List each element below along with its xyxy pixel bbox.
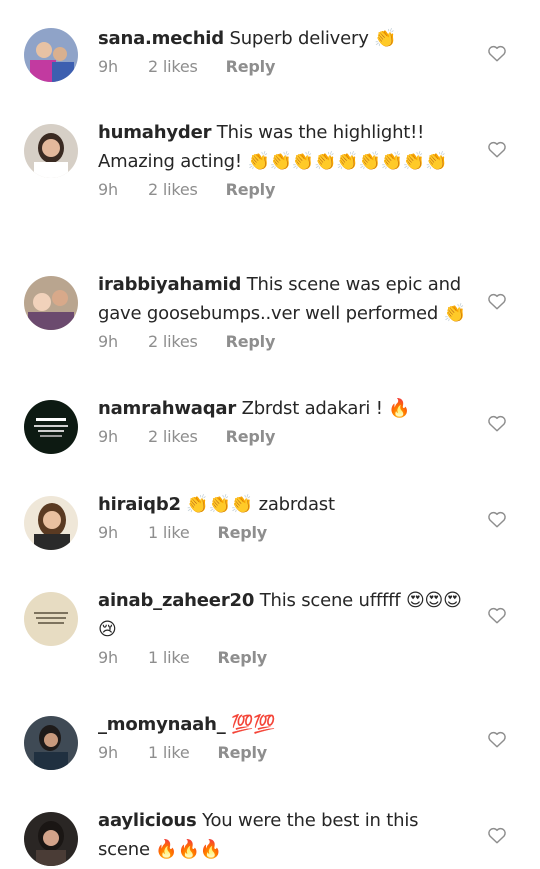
comment-meta: 9h 1 like Reply <box>98 648 468 668</box>
heart-outline-icon[interactable] <box>487 292 509 312</box>
comment-meta: 9h 1 like Reply <box>98 743 468 763</box>
reply-button[interactable]: Reply <box>218 743 268 763</box>
comment-body: sana.mechid Superb delivery 👏 9h 2 likes… <box>98 24 468 77</box>
comment-time: 9h <box>98 180 118 199</box>
comment-time: 9h <box>98 332 118 351</box>
comment-time: 9h <box>98 523 118 542</box>
comment-meta: 9h 2 likes Reply <box>98 57 468 77</box>
heart-outline-icon[interactable] <box>487 44 509 64</box>
heart-outline-icon[interactable] <box>487 730 509 750</box>
comment-meta: 9h 2 likes Reply <box>98 332 468 352</box>
comment-likes[interactable]: 1 like <box>148 743 190 763</box>
avatar[interactable] <box>24 276 78 330</box>
avatar[interactable] <box>24 28 78 82</box>
comment-meta: 9h 1 like Reply <box>98 523 468 543</box>
avatar[interactable] <box>24 812 78 866</box>
comment-likes[interactable]: 2 likes <box>148 427 198 447</box>
comment-text: 💯💯 <box>231 714 276 735</box>
avatar[interactable] <box>24 716 78 770</box>
reply-button[interactable]: Reply <box>218 648 268 668</box>
comment-body: irabbiyahamid This scene was epic and ga… <box>98 270 468 352</box>
comment-username[interactable]: hiraiqb2 <box>98 494 181 515</box>
comment-username[interactable]: _momynaah_ <box>98 714 226 735</box>
comment-likes[interactable]: 2 likes <box>148 332 198 352</box>
comment-likes[interactable]: 2 likes <box>148 57 198 77</box>
heart-outline-icon[interactable] <box>487 606 509 626</box>
avatar[interactable] <box>24 592 78 646</box>
comment-time: 9h <box>98 743 118 762</box>
comment-body: _momynaah_ 💯💯 9h 1 like Reply <box>98 710 468 763</box>
comment-body: hiraiqb2 👏👏👏 zabrdast 9h 1 like Reply <box>98 490 468 543</box>
heart-outline-icon[interactable] <box>487 510 509 530</box>
comment-username[interactable]: humahyder <box>98 122 211 143</box>
comment-meta: 9h 2 likes Reply <box>98 427 468 447</box>
comment-likes[interactable]: 2 likes <box>148 180 198 200</box>
heart-outline-icon[interactable] <box>487 414 509 434</box>
comment-time: 9h <box>98 57 118 76</box>
comment-meta: 9h 2 likes Reply <box>98 180 468 200</box>
reply-button[interactable]: Reply <box>226 427 276 447</box>
comment-text: 👏👏👏 zabrdast <box>186 494 335 515</box>
reply-button[interactable]: Reply <box>226 180 276 200</box>
avatar[interactable] <box>24 124 78 178</box>
avatar[interactable] <box>24 400 78 454</box>
comment-body: aaylicious You were the best in this sce… <box>98 806 468 864</box>
comment-text: Zbrdst adakari ! 🔥 <box>241 398 411 419</box>
reply-button[interactable]: Reply <box>226 332 276 352</box>
comment-body: ainab_zaheer20 This scene ufffff 😍😍😍😢 9h… <box>98 586 468 668</box>
comment-body: humahyder This was the highlight!! Amazi… <box>98 118 468 200</box>
comment-username[interactable]: ainab_zaheer20 <box>98 590 254 611</box>
comment-username[interactable]: irabbiyahamid <box>98 274 241 295</box>
comment-username[interactable]: sana.mechid <box>98 28 224 49</box>
comment-body: namrahwaqar Zbrdst adakari ! 🔥 9h 2 like… <box>98 394 468 447</box>
comment-time: 9h <box>98 427 118 446</box>
comment-likes[interactable]: 1 like <box>148 523 190 543</box>
comments-list: sana.mechid Superb delivery 👏 9h 2 likes… <box>0 0 540 869</box>
heart-outline-icon[interactable] <box>487 826 509 846</box>
comment-text: Superb delivery 👏 <box>229 28 397 49</box>
comment-likes[interactable]: 1 like <box>148 648 190 668</box>
comment-username[interactable]: aaylicious <box>98 810 197 831</box>
avatar[interactable] <box>24 496 78 550</box>
comment-time: 9h <box>98 648 118 667</box>
comment-username[interactable]: namrahwaqar <box>98 398 236 419</box>
reply-button[interactable]: Reply <box>226 57 276 77</box>
heart-outline-icon[interactable] <box>487 140 509 160</box>
reply-button[interactable]: Reply <box>218 523 268 543</box>
